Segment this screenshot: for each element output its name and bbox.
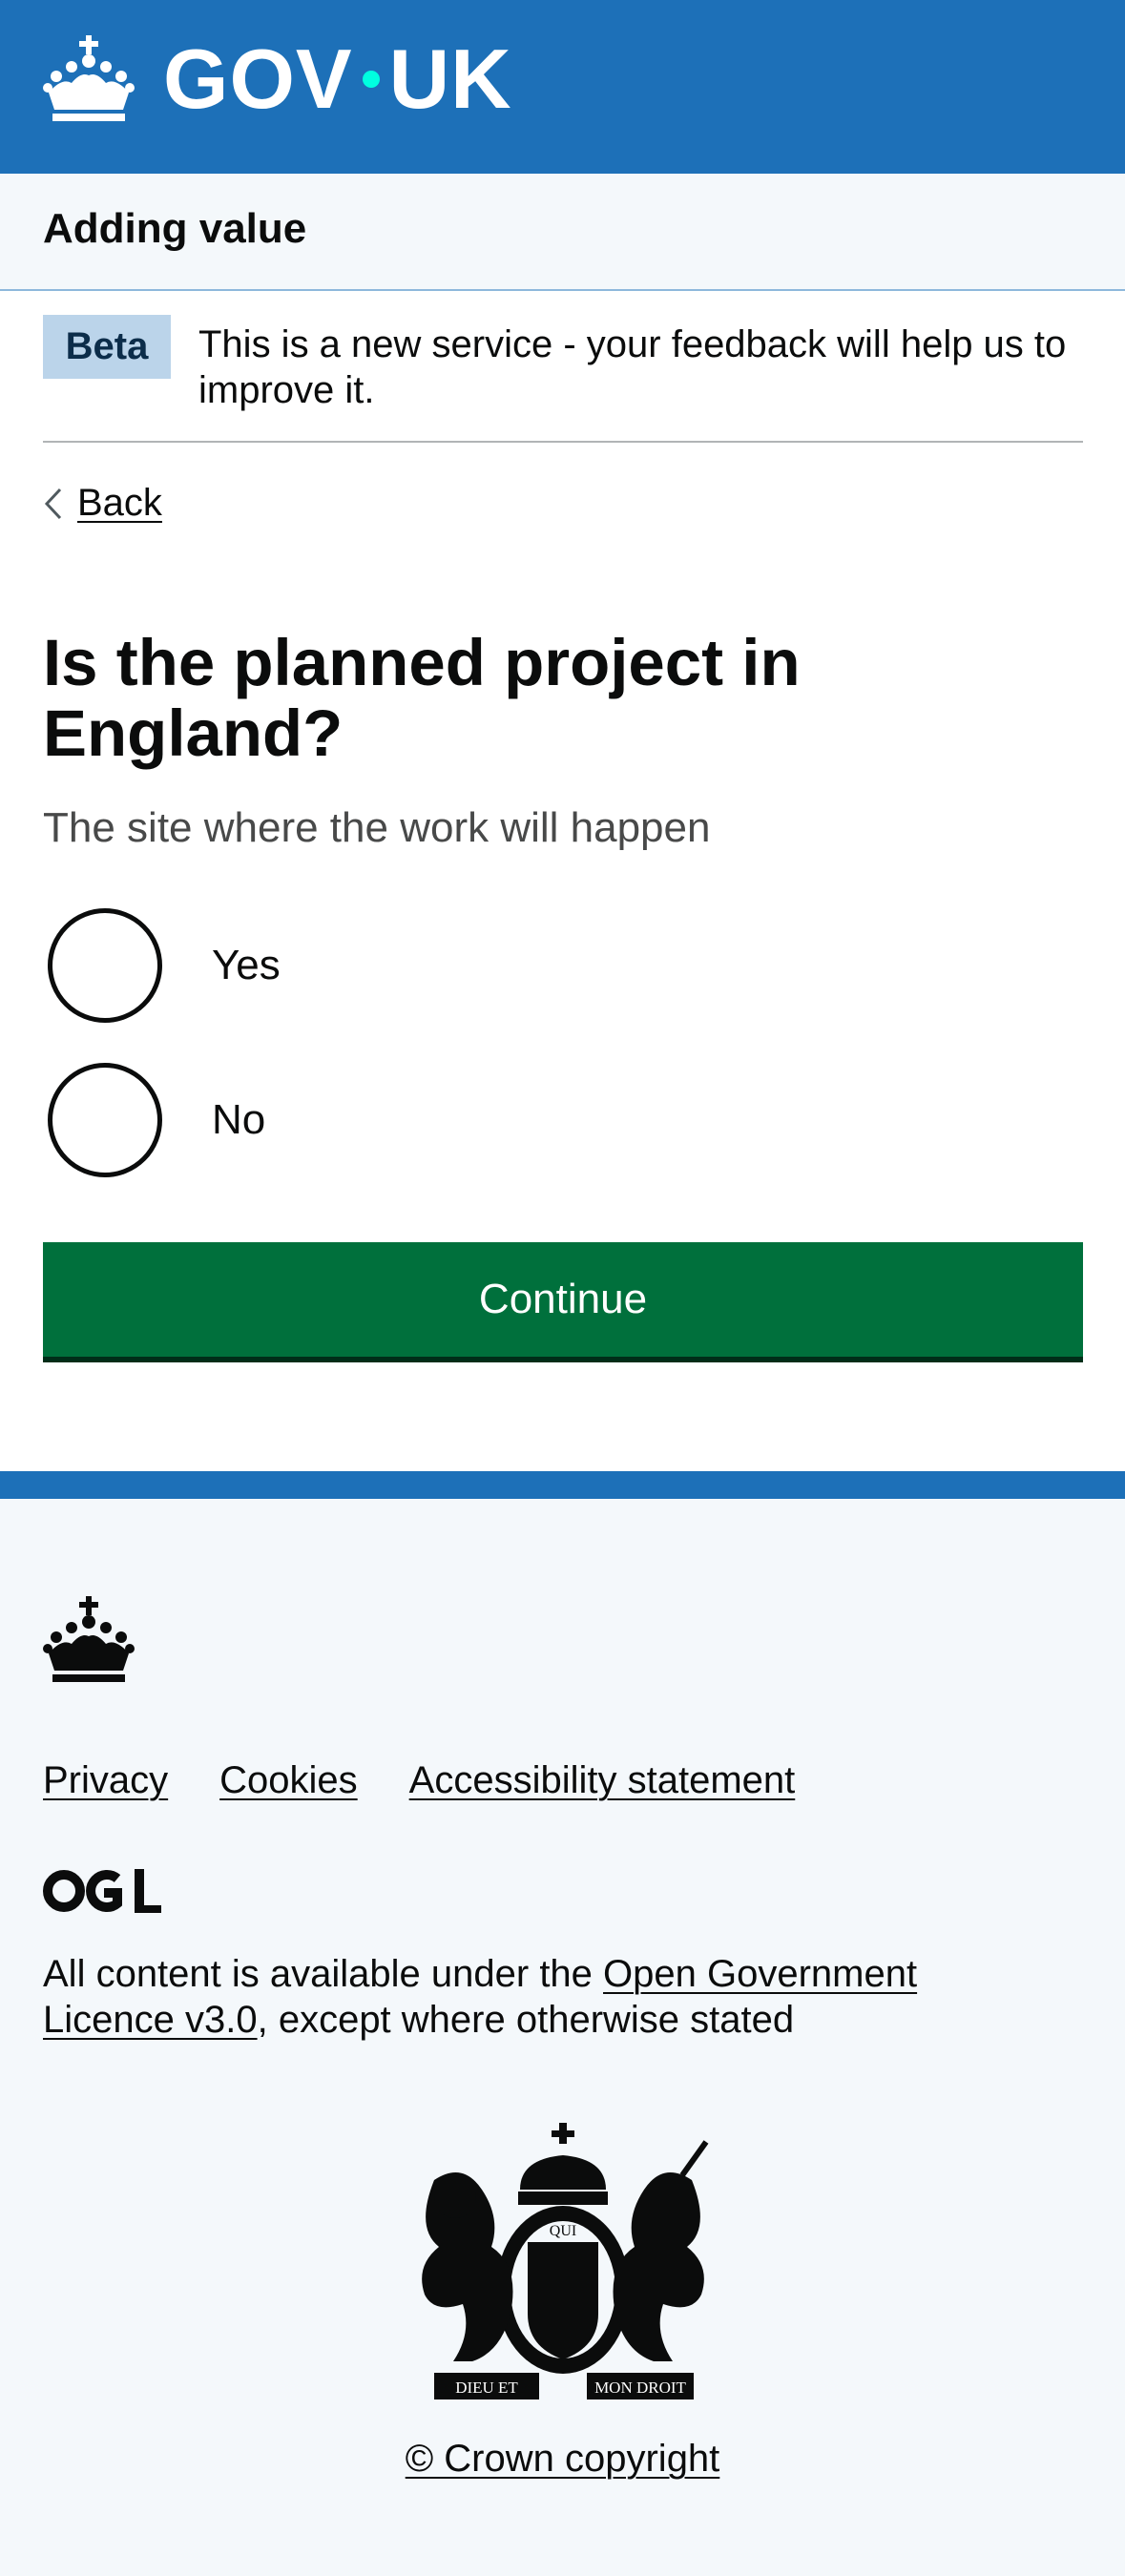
copyright: © Crown copyright	[0, 2438, 1125, 2481]
logotype-uk: UK	[388, 31, 512, 126]
radio-label-no[interactable]: No	[212, 1096, 265, 1144]
footer-links: Privacy Cookies Accessibility statement	[43, 1759, 795, 1802]
radio-button-no[interactable]	[48, 1063, 162, 1177]
phase-banner-text: This is a new service - your feedback wi…	[198, 323, 1067, 411]
footer-link-privacy[interactable]: Privacy	[43, 1759, 168, 1802]
ogl-logo-icon	[43, 1869, 161, 1913]
question-hint: The site where the work will happen	[43, 804, 711, 851]
licence-prefix: All content is available under the	[43, 1953, 604, 1995]
phase-banner: Beta This is a new service - your feedba…	[43, 291, 1083, 443]
govuk-logo-link[interactable]: GOV UK	[43, 35, 512, 123]
crown-icon	[43, 35, 135, 121]
crown-copyright-link[interactable]: © Crown copyright	[406, 2438, 720, 2480]
motto-left: DIEU ET	[455, 2379, 518, 2397]
royal-coat-of-arms-icon: DIEU ET MON DROIT QUI	[422, 2123, 709, 2399]
continue-button[interactable]: Continue	[43, 1242, 1083, 1357]
page-title: Is the planned project in England?	[43, 626, 801, 770]
govuk-header: GOV UK	[0, 0, 1125, 174]
licence-suffix: , except where otherwise stated	[257, 1999, 795, 2041]
footer-link-cookies[interactable]: Cookies	[219, 1759, 358, 1802]
motto-top: QUI	[550, 2223, 576, 2239]
radio-button-yes[interactable]	[48, 908, 162, 1023]
crown-icon	[43, 1596, 135, 1682]
back-link-label: Back	[77, 482, 162, 524]
radio-option-no[interactable]: No	[48, 1063, 265, 1177]
radio-label-yes[interactable]: Yes	[212, 942, 281, 989]
logotype-gov: GOV	[163, 31, 353, 126]
motto-right: MON DROIT	[594, 2379, 686, 2397]
govuk-logotype: GOV UK	[163, 37, 512, 121]
service-navigation: Adding value	[0, 174, 1125, 291]
radio-option-yes[interactable]: Yes	[48, 908, 281, 1023]
service-name[interactable]: Adding value	[43, 205, 306, 253]
footer-link-accessibility[interactable]: Accessibility statement	[409, 1759, 796, 1802]
logotype-dot	[362, 71, 380, 88]
back-link[interactable]: Back	[43, 482, 162, 525]
phase-tag: Beta	[43, 315, 171, 379]
govuk-footer: Privacy Cookies Accessibility statement …	[0, 1471, 1125, 2576]
licence-text: All content is available under the Open …	[43, 1951, 1045, 2043]
chevron-left-icon	[44, 488, 62, 519]
